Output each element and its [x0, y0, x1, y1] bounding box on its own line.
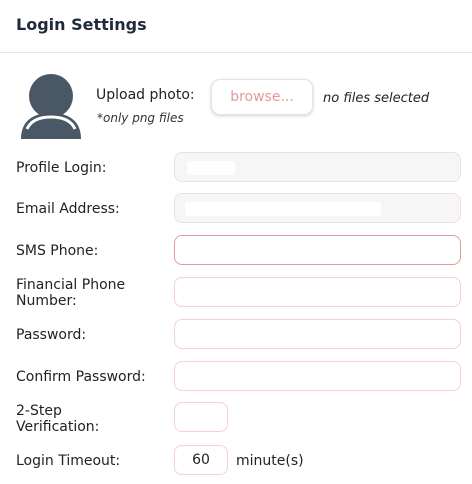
redacted-value [185, 202, 381, 216]
email-label: Email Address: [16, 201, 120, 217]
login-timeout-unit: minute(s) [236, 453, 304, 469]
financial-phone-input[interactable] [174, 277, 461, 307]
profile-login-field[interactable] [174, 152, 461, 182]
upload-photo-label: Upload photo: [96, 87, 195, 103]
confirm-password-input[interactable] [174, 361, 461, 391]
two-step-toggle[interactable] [174, 402, 228, 432]
upload-file-type-note: *only png files [97, 111, 184, 125]
password-label: Password: [16, 327, 87, 343]
financial-phone-label: Financial Phone Number: [16, 277, 125, 309]
sms-phone-input[interactable] [174, 235, 461, 265]
sms-phone-label: SMS Phone: [16, 243, 99, 259]
financial-phone-label-line2: Number: [16, 293, 77, 309]
browse-button[interactable]: browse... [211, 79, 313, 115]
two-step-label-line1: 2-Step [16, 403, 62, 419]
redacted-value [187, 161, 235, 175]
email-field[interactable] [174, 193, 461, 223]
profile-login-label: Profile Login: [16, 160, 107, 176]
confirm-password-label: Confirm Password: [16, 369, 146, 385]
two-step-label: 2-Step Verification: [16, 403, 99, 435]
password-input[interactable] [174, 319, 461, 349]
login-timeout-label: Login Timeout: [16, 453, 121, 469]
page-title: Login Settings [16, 15, 147, 34]
user-avatar-icon [21, 74, 81, 139]
financial-phone-label-line1: Financial Phone [16, 277, 126, 293]
login-timeout-input[interactable]: 60 [174, 445, 228, 475]
two-step-label-line2: Verification: [16, 419, 100, 435]
page-header: Login Settings [0, 0, 472, 53]
file-status-text: no files selected [323, 91, 430, 106]
